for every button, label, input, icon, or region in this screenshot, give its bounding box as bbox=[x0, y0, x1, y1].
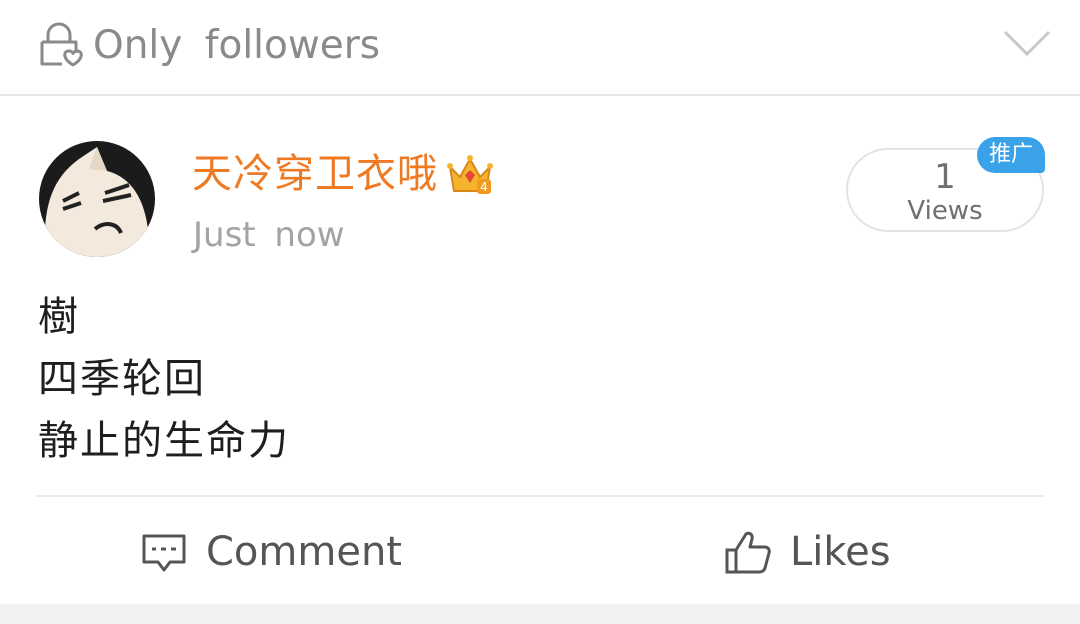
comment-label: Comment bbox=[206, 529, 402, 575]
author-row: 天冷穿卫衣哦 4 bbox=[192, 146, 494, 202]
weibo-post-page: Only followers 天冷穿卫衣哦 4 Just now 1 Views… bbox=[0, 0, 1080, 624]
comment-button[interactable]: Comment bbox=[140, 522, 402, 582]
post-body-line: 樹 bbox=[38, 294, 80, 340]
divider bbox=[36, 495, 1044, 497]
avatar[interactable] bbox=[39, 141, 155, 257]
author-name[interactable]: 天冷穿卫衣哦 bbox=[192, 148, 438, 200]
feed-separator bbox=[0, 604, 1080, 624]
like-button[interactable]: Likes bbox=[724, 522, 891, 582]
crown-vip-icon: 4 bbox=[447, 155, 493, 194]
avatar-image bbox=[39, 141, 155, 257]
post-body-line: 静止的生命力 bbox=[38, 418, 290, 464]
post-body-line: 四季轮回 bbox=[38, 356, 206, 402]
post-body: 樹 四季轮回 静止的生命力 bbox=[38, 286, 290, 472]
views-label: Views bbox=[907, 196, 983, 226]
like-label: Likes bbox=[790, 529, 891, 575]
privacy-selector[interactable]: Only followers bbox=[0, 0, 1080, 96]
post-timestamp: Just now bbox=[193, 215, 345, 255]
thumbs-up-icon bbox=[725, 531, 771, 574]
chevron-down-icon[interactable] bbox=[1003, 28, 1051, 58]
lock-heart-icon bbox=[40, 22, 83, 67]
comment-icon bbox=[142, 534, 186, 572]
badge-level: 4 bbox=[480, 180, 488, 194]
privacy-label: Only followers bbox=[93, 23, 381, 68]
promote-badge[interactable]: 推广 bbox=[977, 137, 1045, 173]
